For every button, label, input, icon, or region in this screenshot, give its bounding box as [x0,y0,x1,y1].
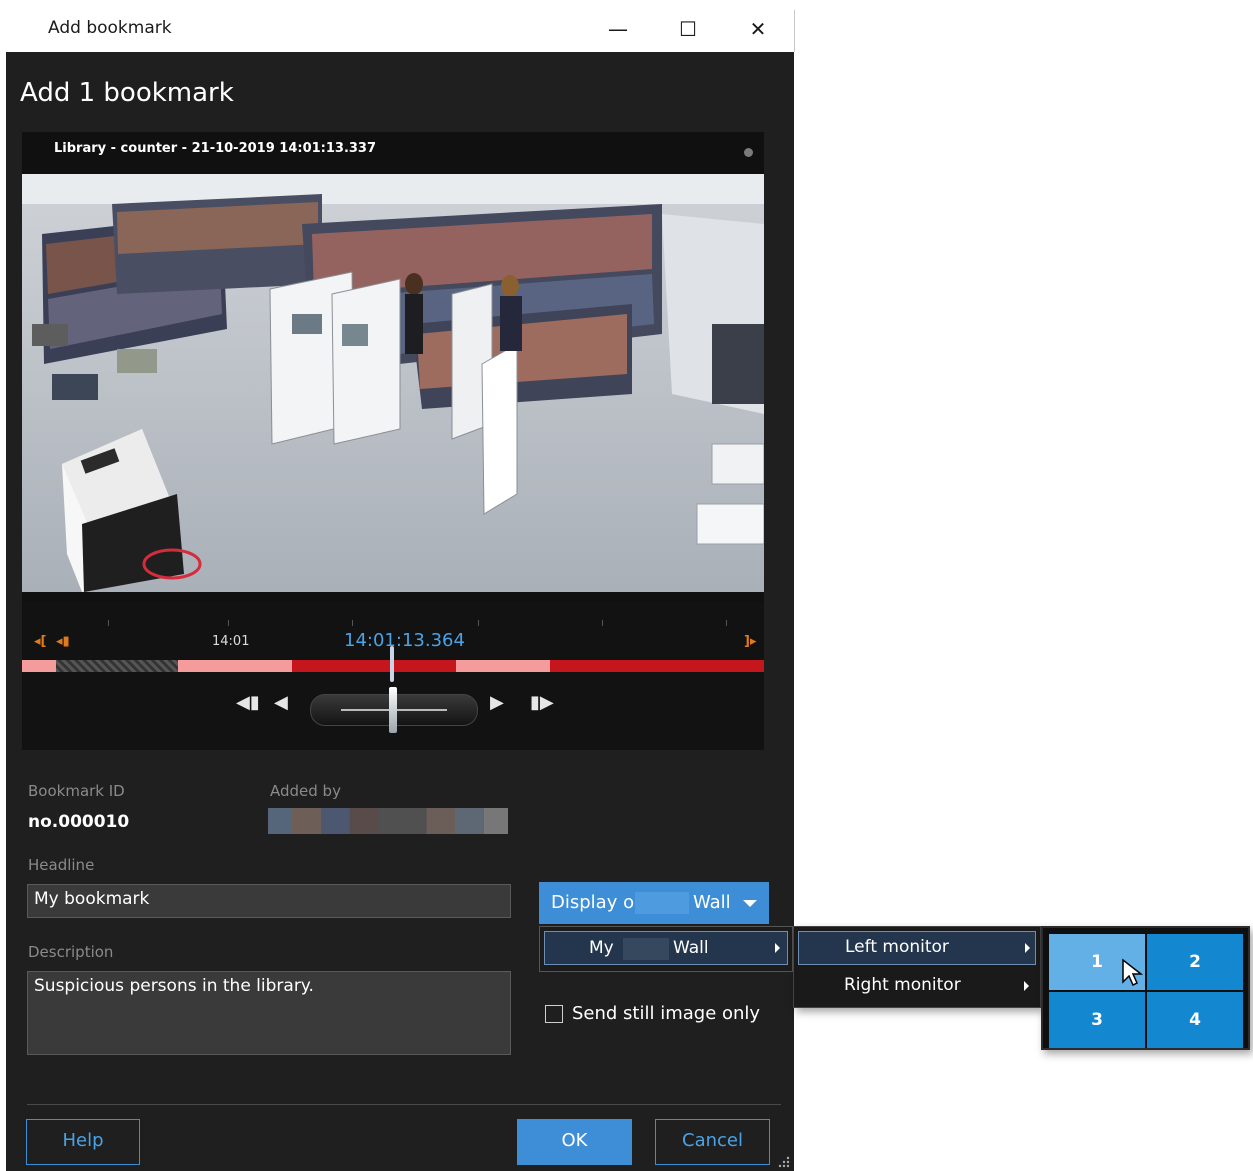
mouse-cursor-icon [1122,958,1143,987]
start-marker-icon[interactable]: ◂[ [34,634,46,649]
recording-segment [550,660,764,672]
library-scene-image [22,174,764,592]
monitor-grid-picker: 1 2 3 4 [1041,926,1250,1050]
send-still-image-label[interactable]: Send still image only [572,1003,760,1024]
tick [228,620,229,626]
close-icon[interactable]: ✕ [738,14,778,44]
tick [108,620,109,626]
step-forward-icon[interactable]: ▮▶ [530,692,554,713]
window-title: Add bookmark [48,18,172,38]
chevron-right-icon [1025,943,1030,953]
menu-item-suffix: Wall [673,938,709,958]
play-reverse-icon[interactable]: ◀ [274,692,288,713]
send-still-image-checkbox[interactable] [545,1005,563,1023]
help-button[interactable]: Help [26,1119,140,1165]
menu-item-label: Right monitor [844,975,961,995]
motion-segment [456,660,550,672]
menu-item-my-wall[interactable]: My Wall [544,931,788,965]
redacted-text [623,938,669,960]
wall-menu: My Wall [539,926,793,972]
dialog-heading: Add 1 bookmark [20,78,234,108]
play-forward-icon[interactable]: ▶ [490,692,504,713]
footer-divider [27,1104,781,1105]
resize-grip-icon[interactable] [776,1154,790,1168]
video-preview: Library - counter - 21-10-2019 14:01:13.… [22,132,764,750]
recording-segment [292,660,456,672]
playhead[interactable] [390,646,394,682]
headline-label: Headline [28,856,95,874]
chevron-down-icon [743,900,757,907]
ok-button[interactable]: OK [517,1119,632,1165]
maximize-icon[interactable]: ☐ [668,14,708,44]
event-marker-icon[interactable]: ◂▮ [56,634,70,649]
status-dot-icon [744,148,753,157]
grid-cell-3[interactable]: 3 [1049,992,1145,1048]
gap-segment [56,660,178,672]
end-marker-icon[interactable]: ]▸ [744,634,756,649]
motion-segment [22,660,56,672]
tick [726,620,727,626]
display-on-button[interactable]: Display on Wall [539,882,769,924]
redacted-text [635,892,689,914]
menu-item-left-monitor[interactable]: Left monitor [798,931,1036,965]
step-back-icon[interactable]: ◀▮ [236,692,260,713]
menu-item-label: Left monitor [845,937,949,957]
timeline[interactable]: ◂[ ◂▮ ]▸ 14:01 14:01:13.364 ◀▮ ◀ ▶ ▮▶ [22,602,764,750]
camera-label: Library - counter - 21-10-2019 14:01:13.… [54,141,377,156]
tick [602,620,603,626]
added-by-value [268,808,508,834]
bookmark-id-label: Bookmark ID [28,782,125,800]
menu-item-right-monitor[interactable]: Right monitor [798,969,1036,1003]
jog-slider[interactable] [310,687,478,733]
menu-item-prefix: My [589,938,614,958]
chevron-right-icon [1024,981,1029,991]
grid-cell-2[interactable]: 2 [1147,934,1243,990]
grid-cell-4[interactable]: 4 [1147,992,1243,1048]
headline-input[interactable]: My bookmark [27,884,511,918]
motion-segment [178,660,292,672]
bookmark-id-value: no.000010 [28,812,130,832]
description-input[interactable]: Suspicious persons in the library. [27,971,511,1055]
cancel-button[interactable]: Cancel [655,1119,770,1165]
tick [478,620,479,626]
description-label: Description [28,943,114,961]
display-on-wall-label: Wall [693,892,731,913]
jog-handle[interactable] [389,687,397,733]
display-on-label: Display on [551,892,646,913]
timeline-tick-label: 14:01 [212,634,250,649]
title-bar: Add bookmark — ☐ ✕ [6,10,795,52]
added-by-label: Added by [270,782,341,800]
monitor-menu: Left monitor Right monitor [793,926,1041,1008]
tick [352,620,353,626]
cursor-time: 14:01:13.364 [344,630,465,651]
camera-frame[interactable] [22,174,764,592]
minimize-icon[interactable]: — [598,14,638,44]
chevron-right-icon [775,943,780,953]
